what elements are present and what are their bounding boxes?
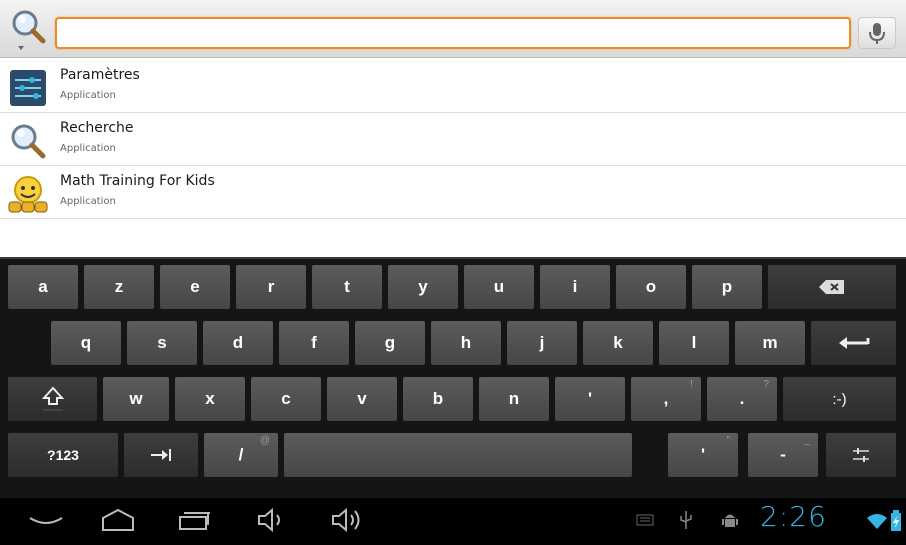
key-period-label: .	[739, 389, 745, 408]
settings-sliders-icon	[853, 448, 869, 462]
soft-keyboard: a z e r t y u i o p q s d f g h j k l m …	[0, 257, 906, 498]
key-u[interactable]: u	[464, 265, 534, 309]
settings-app-icon	[8, 68, 48, 108]
tab-key[interactable]	[124, 433, 198, 477]
key-apostrophe-2[interactable]: ' "	[668, 433, 738, 477]
result-subtitle: Application	[60, 143, 116, 154]
status-clock: 2:26	[760, 500, 827, 533]
key-b[interactable]: b	[403, 377, 473, 421]
key-z[interactable]: z	[84, 265, 154, 309]
key-o[interactable]: o	[616, 265, 686, 309]
enter-icon	[838, 337, 869, 349]
tab-icon	[151, 449, 171, 461]
home-icon[interactable]	[100, 508, 136, 532]
search-bar	[0, 0, 906, 58]
keyboard-status-icon	[636, 514, 654, 526]
key-q[interactable]: q	[51, 321, 121, 365]
key-c[interactable]: c	[251, 377, 321, 421]
key-v[interactable]: v	[327, 377, 397, 421]
volume-down-icon[interactable]	[256, 508, 288, 532]
keyboard-settings-key[interactable]	[826, 433, 896, 477]
enter-key[interactable]	[811, 321, 896, 365]
suggestion-list: Paramètres Application Recherche Applica…	[0, 60, 906, 219]
back-icon[interactable]	[28, 514, 64, 530]
usb-icon	[680, 511, 692, 529]
backspace-icon	[819, 280, 844, 294]
key-e[interactable]: e	[160, 265, 230, 309]
math-kids-app-icon	[8, 174, 48, 214]
key-dash-label: -	[780, 445, 786, 464]
key-a[interactable]: a	[8, 265, 78, 309]
key-period[interactable]: . ?	[707, 377, 777, 421]
space-bar[interactable]	[284, 433, 632, 477]
list-item[interactable]: Math Training For Kids Application	[0, 166, 906, 219]
key-s[interactable]: s	[127, 321, 197, 365]
key-i[interactable]: i	[540, 265, 610, 309]
key-period-hint: ?	[763, 379, 769, 390]
key-apostrophe[interactable]: '	[555, 377, 625, 421]
key-f[interactable]: f	[279, 321, 349, 365]
key-w[interactable]: w	[103, 377, 169, 421]
key-x[interactable]: x	[175, 377, 245, 421]
key-p[interactable]: p	[692, 265, 762, 309]
key-dash[interactable]: - _	[748, 433, 818, 477]
battery-icon	[891, 510, 901, 531]
volume-up-icon[interactable]	[330, 508, 366, 532]
key-apostrophe-2-hint: "	[726, 435, 730, 446]
key-apostrophe-2-label: '	[700, 445, 706, 464]
smiley-key[interactable]: :-)	[783, 377, 896, 421]
voice-search-button[interactable]	[858, 17, 896, 49]
recent-apps-icon[interactable]	[176, 508, 212, 532]
result-title: Paramètres	[60, 67, 140, 83]
android-debug-icon	[722, 514, 738, 527]
search-input[interactable]	[55, 17, 851, 49]
key-comma-hint: !	[690, 379, 693, 390]
backspace-key[interactable]	[768, 265, 896, 309]
key-y[interactable]: y	[388, 265, 458, 309]
list-item[interactable]: Paramètres Application	[0, 60, 906, 113]
key-slash-hint: @	[259, 435, 270, 446]
microphone-icon	[869, 23, 885, 44]
key-j[interactable]: j	[507, 321, 577, 365]
symbols-key[interactable]: ?123	[8, 433, 118, 477]
key-slash[interactable]: / @	[204, 433, 278, 477]
key-l[interactable]: l	[659, 321, 729, 365]
shift-key[interactable]	[8, 377, 97, 421]
result-subtitle: Application	[60, 90, 116, 101]
wifi-icon	[867, 514, 887, 529]
key-comma[interactable]: , !	[631, 377, 701, 421]
key-t[interactable]: t	[312, 265, 382, 309]
key-comma-label: ,	[663, 389, 669, 408]
list-item[interactable]: Recherche Application	[0, 113, 906, 166]
result-title: Recherche	[60, 120, 134, 136]
result-subtitle: Application	[60, 196, 116, 207]
search-app-icon	[8, 121, 48, 161]
key-h[interactable]: h	[431, 321, 501, 365]
search-source-icon[interactable]	[10, 8, 50, 52]
key-dash-hint: _	[804, 435, 810, 446]
result-title: Math Training For Kids	[60, 173, 215, 189]
shift-icon	[41, 386, 64, 411]
key-r[interactable]: r	[236, 265, 306, 309]
key-slash-label: /	[238, 445, 244, 464]
key-d[interactable]: d	[203, 321, 273, 365]
key-g[interactable]: g	[355, 321, 425, 365]
key-m[interactable]: m	[735, 321, 805, 365]
key-k[interactable]: k	[583, 321, 653, 365]
key-n[interactable]: n	[479, 377, 549, 421]
